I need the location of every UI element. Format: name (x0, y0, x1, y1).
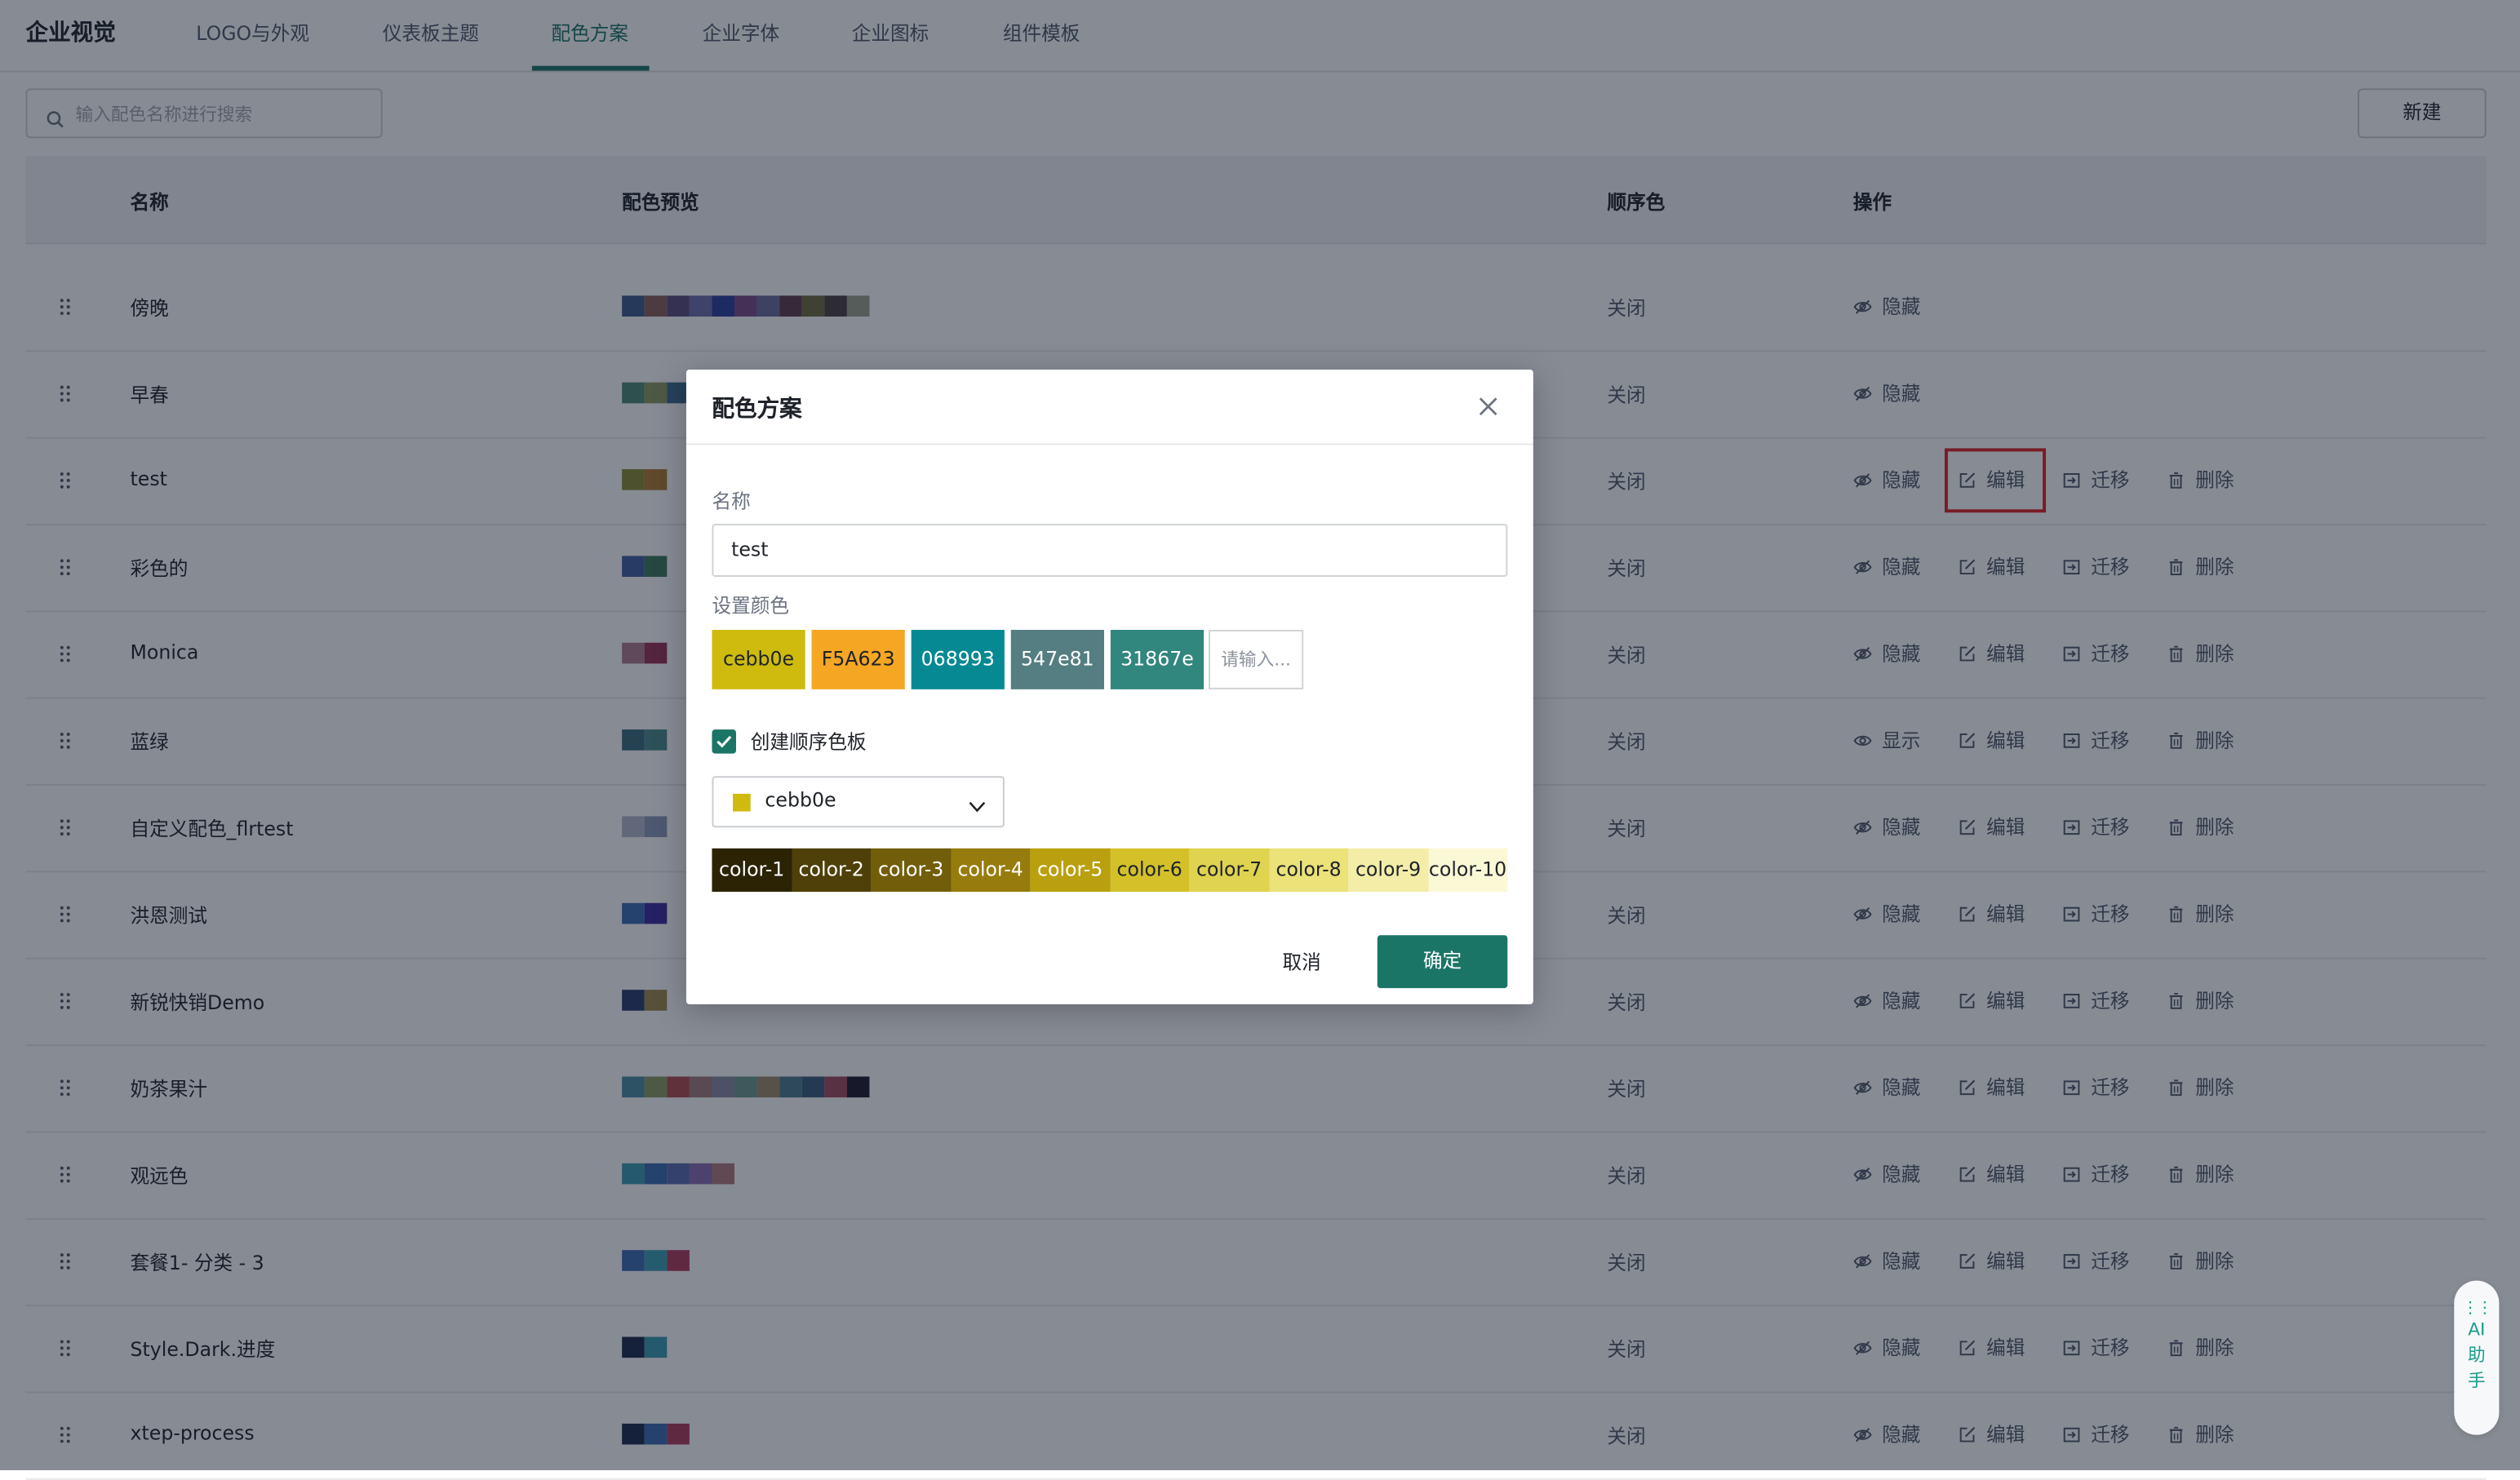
color-chip[interactable]: F5A623 (811, 630, 905, 689)
palette-step: color-7 (1189, 848, 1269, 893)
chevron-down-icon (968, 792, 987, 822)
base-color-value: cebb0e (765, 788, 836, 812)
palette-step: color-1 (712, 848, 792, 893)
color-chip[interactable]: 31867e (1110, 630, 1205, 689)
palette-step: color-5 (1030, 848, 1110, 893)
name-label: 名称 (712, 490, 751, 513)
color-chip[interactable]: 547e81 (1010, 630, 1104, 689)
palette-step: color-4 (950, 848, 1031, 893)
color-chip[interactable]: cebb0e (712, 630, 805, 689)
base-color-select[interactable]: cebb0e (712, 776, 1005, 828)
page: 企业视觉 LOGO与外观 仪表板主题 配色方案 企业字体 企业图标 组件模板 新… (0, 0, 2520, 1480)
ai-label: AI (2468, 1318, 2486, 1340)
palette-step: color-10 (1427, 848, 1508, 893)
sequential-checkbox-label: 创建顺序色板 (750, 731, 867, 754)
grip-icon: ⋮⋮ (2462, 1300, 2492, 1318)
ai-assistant-button[interactable]: ⋮⋮ AI 助 手 (2454, 1280, 2500, 1435)
ai-label: 手 (2468, 1370, 2486, 1392)
color-scheme-dialog: 配色方案 名称 test 设置颜色 cebb0e F5A623 068993 5… (685, 369, 1533, 1004)
cancel-button[interactable]: 取消 (1257, 937, 1347, 988)
colors-label: 设置颜色 (712, 594, 790, 618)
dialog-divider (685, 443, 1533, 445)
palette-step: color-9 (1348, 848, 1428, 893)
color-swatch (733, 793, 751, 812)
sequential-palette-preview: color-1 color-2 color-3 color-4 color-5 color… (712, 848, 1508, 893)
name-input[interactable]: test (712, 524, 1508, 578)
dialog-title: 配色方案 (712, 397, 802, 423)
ai-label: 助 (2468, 1345, 2486, 1366)
palette-step: color-2 (791, 848, 872, 893)
palette-step: color-8 (1268, 848, 1349, 893)
sequential-checkbox[interactable] (712, 729, 736, 754)
palette-step: color-6 (1109, 848, 1190, 893)
color-input[interactable]: 请输入... (1208, 630, 1304, 689)
check-icon (717, 735, 732, 748)
palette-step: color-3 (871, 848, 951, 893)
confirm-button[interactable]: 确定 (1377, 935, 1508, 989)
close-icon[interactable] (1475, 394, 1502, 420)
color-chip[interactable]: 068993 (911, 630, 1005, 689)
